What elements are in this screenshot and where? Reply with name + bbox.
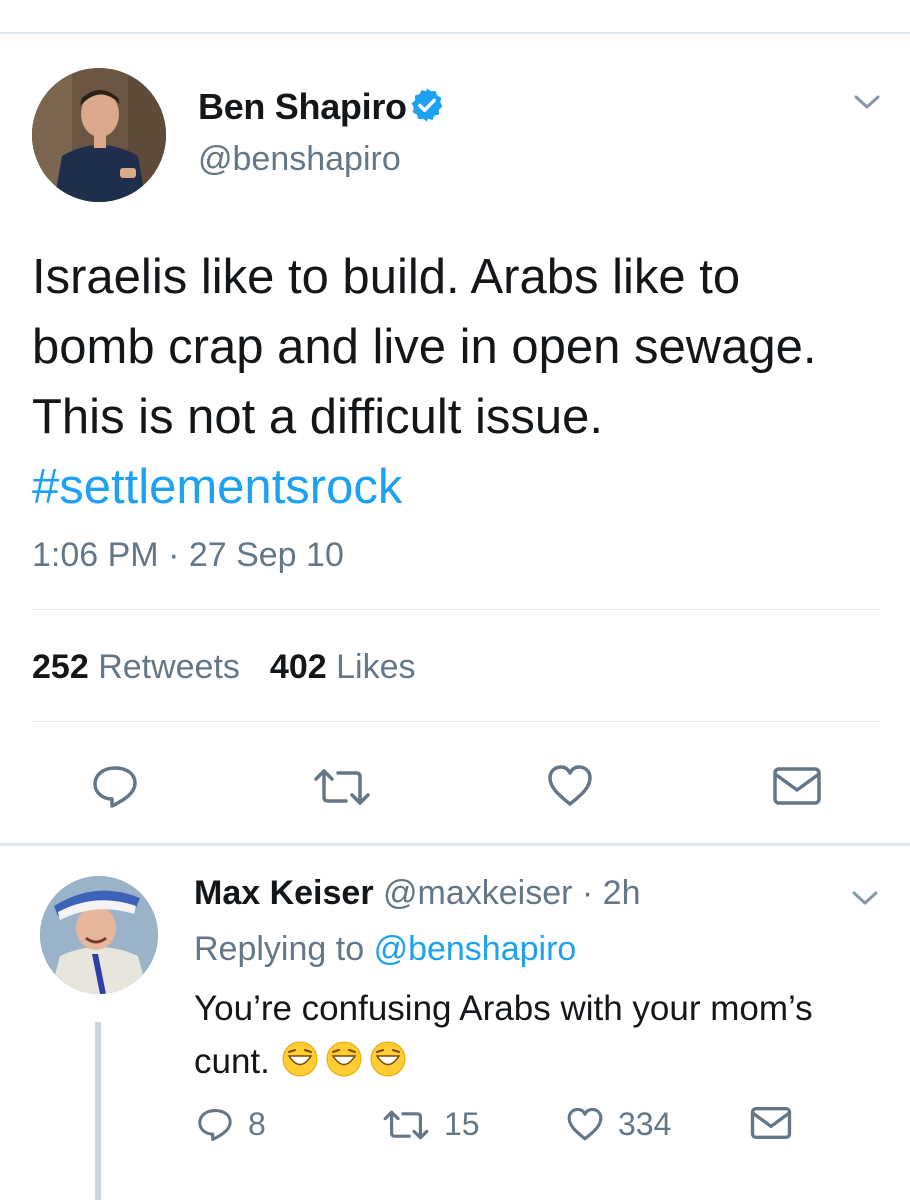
tweet-separator: [0, 843, 910, 846]
reply-avatar[interactable]: [40, 876, 158, 994]
replying-to-link[interactable]: @benshapiro: [374, 930, 577, 968]
reply-header: Max Keiser @maxkeiser · 2h: [194, 874, 640, 913]
hashtag-link[interactable]: #settlementsrock: [32, 460, 402, 514]
reply-action-share[interactable]: [750, 1106, 806, 1140]
tweet-body: Israelis like to build. Arabs like to bo…: [32, 250, 817, 444]
reply-action-reply[interactable]: 8: [196, 1106, 266, 1143]
thread-line: [95, 1022, 101, 1200]
reply-author-name[interactable]: Max Keiser: [194, 874, 374, 912]
reply-count: 8: [248, 1106, 266, 1142]
laughing-emoji-icon: [282, 1041, 406, 1077]
heart-icon: [567, 1107, 603, 1141]
replying-to: Replying to @benshapiro: [194, 930, 576, 969]
tweet-timestamp[interactable]: 1:06 PM · 27 Sep 10: [32, 536, 344, 575]
likes-count: 402: [269, 648, 327, 686]
reply-action-like[interactable]: 334: [566, 1106, 671, 1143]
reply-handle-time[interactable]: @maxkeiser · 2h: [383, 874, 640, 912]
share-mail-icon: [750, 1107, 792, 1139]
replying-prefix: Replying to: [194, 930, 365, 968]
reply-icon: [198, 1108, 232, 1141]
divider: [32, 721, 880, 722]
likes-label: Likes: [336, 648, 416, 686]
retweets-stat[interactable]: 252 Retweets: [32, 648, 240, 686]
profile-photo: [32, 68, 166, 202]
verified-badge-icon: [411, 88, 443, 122]
share-mail-icon[interactable]: [772, 766, 822, 806]
heart-icon[interactable]: [546, 764, 594, 808]
reply-profile-photo: [40, 876, 158, 994]
author-name[interactable]: Ben Shapiro: [198, 86, 407, 128]
retweet-icon: [383, 1110, 429, 1139]
retweet-count: 15: [444, 1106, 480, 1142]
reply-action-retweet[interactable]: 15: [382, 1106, 480, 1143]
reply-icon[interactable]: [90, 764, 140, 810]
top-divider: [0, 32, 910, 34]
chevron-down-icon[interactable]: [852, 92, 882, 112]
retweet-icon[interactable]: [312, 767, 372, 807]
retweets-label: Retweets: [98, 648, 240, 686]
reply-text: You’re confusing Arabs with your mom’s c…: [194, 982, 884, 1088]
retweets-count: 252: [32, 648, 89, 686]
divider: [32, 609, 880, 610]
tweet-text: Israelis like to build. Arabs like to bo…: [32, 242, 852, 522]
reply-chevron-down-icon[interactable]: [850, 888, 880, 908]
likes-stat[interactable]: 402 Likes: [270, 648, 416, 686]
avatar[interactable]: [32, 68, 166, 202]
engagement-stats: 252 Retweets 402 Likes: [32, 648, 415, 687]
like-count: 334: [618, 1106, 672, 1142]
author-handle[interactable]: @benshapiro: [198, 140, 401, 179]
